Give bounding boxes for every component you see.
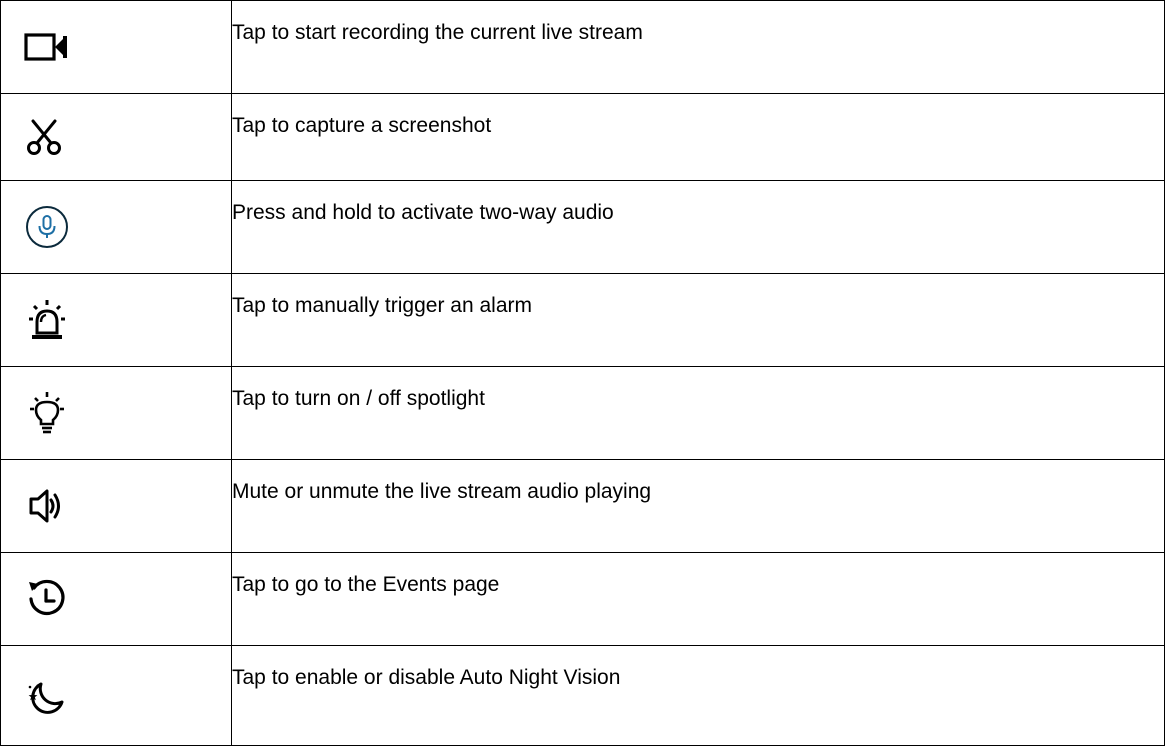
icon-cell: [0, 0, 232, 94]
table-row: Tap to enable or disable Auto Night Visi…: [0, 645, 1165, 746]
description-text: Tap to turn on / off spotlight: [232, 387, 485, 410]
scissors-icon: [24, 117, 64, 157]
video-camera-icon: [24, 32, 70, 62]
description-cell: Tap to go to the Events page: [231, 552, 1165, 646]
icon-cell: [0, 552, 232, 646]
description-text: Tap to capture a screenshot: [232, 114, 492, 137]
description-text: Tap to enable or disable Auto Night Visi…: [232, 666, 621, 689]
table-row: Mute or unmute the live stream audio pla…: [0, 459, 1165, 553]
icon-cell: [0, 180, 232, 274]
table-row: Tap to capture a screenshot: [0, 93, 1165, 181]
table-row: Tap to turn on / off spotlight: [0, 366, 1165, 460]
description-text: Tap to go to the Events page: [232, 573, 500, 596]
description-cell: Tap to turn on / off spotlight: [231, 366, 1165, 460]
night-moon-icon: [24, 673, 70, 719]
table-row: Press and hold to activate two-way audio: [0, 180, 1165, 274]
description-cell: Press and hold to activate two-way audio: [231, 180, 1165, 274]
speaker-icon: [24, 486, 70, 526]
description-text: Mute or unmute the live stream audio pla…: [232, 480, 652, 503]
icon-cell: [0, 459, 232, 553]
icon-cell: [0, 93, 232, 181]
history-clock-icon: [24, 576, 70, 622]
table-row: Tap to go to the Events page: [0, 552, 1165, 646]
icon-cell: [0, 273, 232, 367]
description-text: Tap to manually trigger an alarm: [232, 294, 532, 317]
description-cell: Tap to enable or disable Auto Night Visi…: [231, 645, 1165, 746]
microphone-icon: [24, 204, 70, 250]
table-row: Tap to manually trigger an alarm: [0, 273, 1165, 367]
description-cell: Tap to start recording the current live …: [231, 0, 1165, 94]
description-cell: Mute or unmute the live stream audio pla…: [231, 459, 1165, 553]
icon-cell: [0, 366, 232, 460]
alarm-siren-icon: [24, 297, 70, 343]
description-text: Tap to start recording the current live …: [232, 21, 643, 44]
icon-legend-table: Tap to start recording the current live …: [0, 0, 1165, 746]
description-text: Press and hold to activate two-way audio: [232, 201, 614, 224]
table-row: Tap to start recording the current live …: [0, 0, 1165, 94]
description-cell: Tap to manually trigger an alarm: [231, 273, 1165, 367]
description-cell: Tap to capture a screenshot: [231, 93, 1165, 181]
icon-cell: [0, 645, 232, 746]
lightbulb-icon: [24, 390, 70, 436]
